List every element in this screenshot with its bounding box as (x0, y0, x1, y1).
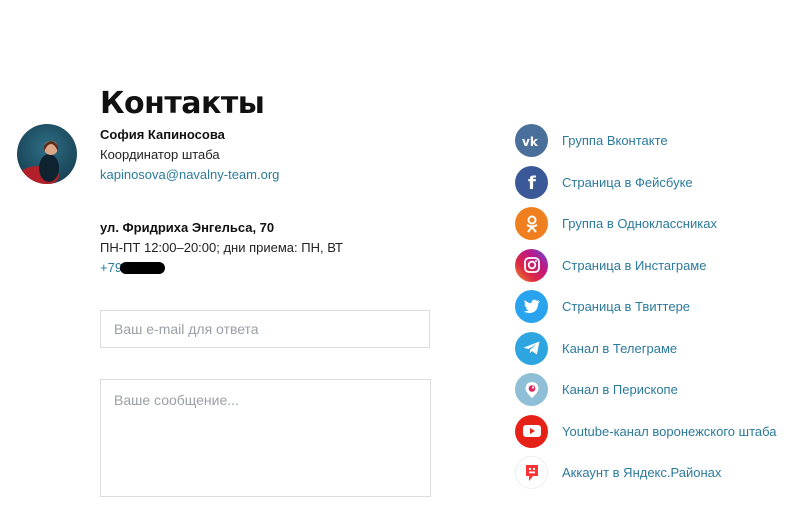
office-address: ул. Фридриха Энгельса, 70 (100, 220, 275, 235)
social-links: vk Группа Вконтакте f Страница в Фейсбук… (515, 124, 777, 498)
instagram-icon (515, 248, 548, 282)
email-field[interactable] (100, 310, 430, 348)
page-title: Контакты (100, 86, 265, 122)
social-link-yandex-rayony[interactable]: Аккаунт в Яндекс.Районах (515, 456, 777, 489)
social-link-telegram[interactable]: Канал в Телеграме (515, 331, 777, 365)
social-link-label: Группа Вконтакте (562, 133, 668, 148)
social-link-periscope[interactable]: Канал в Перископе (515, 373, 777, 406)
yandex-rayony-icon (515, 456, 548, 489)
coordinator-name: София Капиносова (100, 127, 225, 142)
social-link-label: Youtube-канал воронежского штаба (562, 423, 777, 439)
coordinator-email-link[interactable]: kapinosova@navalny-team.org (100, 167, 279, 182)
social-link-label: Аккаунт в Яндекс.Районах (562, 465, 722, 480)
odnoklassniki-icon (515, 207, 548, 240)
social-link-label: Группа в Одноклассниках (562, 216, 717, 231)
social-link-facebook[interactable]: f Страница в Фейсбуке (515, 165, 777, 199)
vk-icon: vk (515, 124, 548, 157)
periscope-icon (515, 373, 548, 406)
social-link-odnoklassniki[interactable]: Группа в Одноклассниках (515, 207, 777, 240)
office-hours: ПН-ПТ 12:00–20:00; дни приема: ПН, ВТ (100, 240, 343, 255)
youtube-icon (515, 414, 548, 448)
coordinator-role: Координатор штаба (100, 147, 220, 162)
message-field[interactable] (100, 379, 431, 497)
svg-text:f: f (528, 173, 536, 191)
social-link-vk[interactable]: vk Группа Вконтакте (515, 124, 777, 157)
social-link-label: Страница в Фейсбуке (562, 174, 693, 190)
telegram-icon (515, 331, 548, 365)
social-link-label: Страница в Инстаграме (562, 257, 707, 273)
social-link-instagram[interactable]: Страница в Инстаграме (515, 248, 777, 282)
social-link-label: Страница в Твиттере (562, 299, 691, 314)
twitter-icon (515, 290, 548, 323)
social-link-youtube[interactable]: Youtube-канал воронежского штаба (515, 414, 777, 448)
avatar (17, 124, 77, 184)
svg-text:vk: vk (522, 135, 539, 147)
social-link-label: Канал в Перископе (562, 382, 678, 397)
social-link-label: Канал в Телеграме (562, 340, 678, 356)
facebook-icon: f (515, 165, 548, 199)
redaction-mark (120, 262, 165, 274)
social-link-twitter[interactable]: Страница в Твиттере (515, 290, 777, 323)
